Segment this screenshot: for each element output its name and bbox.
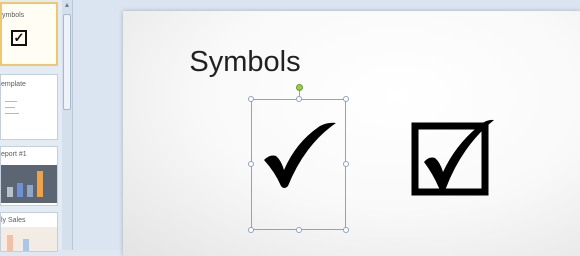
slide-thumbnail-pane[interactable]: ymbols ✓ emplate eport #1 ly Sales [0,0,63,252]
thumbnail-title: emplate [1,81,26,88]
resize-handle-bottom-left[interactable] [248,227,254,233]
check-mark-icon[interactable] [262,120,338,190]
resize-handle-bottom-right[interactable] [343,227,349,233]
resize-handle-top-left[interactable] [248,96,254,102]
resize-handle-right[interactable] [343,161,349,167]
resize-handle-bottom[interactable] [296,227,302,233]
resize-handle-left[interactable] [248,161,254,167]
thumbnail-title: ymbols [2,12,25,19]
slide-thumbnail-2[interactable]: emplate [0,74,58,140]
slide-thumbnail-4[interactable]: ly Sales [0,212,58,252]
scroll-up-arrow-icon[interactable]: ▲ [63,2,71,10]
thumbnail-chart-bar [7,187,13,197]
slide-thumbnail-3[interactable]: eport #1 [0,146,58,206]
checkbox-icon: ✓ [11,30,27,46]
thumbnail-chart [1,165,57,203]
thumbnail-text-line [5,107,15,108]
thumbnail-chart [1,227,57,251]
check-box-icon[interactable] [410,118,494,196]
thumbnail-chart-bar [27,185,33,197]
resize-handle-top[interactable] [296,96,302,102]
thumbnail-text-line [5,113,19,114]
thumbnail-chart-bar [23,239,29,251]
thumbnail-chart-bar [7,235,13,251]
resize-handle-top-right[interactable] [343,96,349,102]
thumbnail-chart-bar [37,171,43,197]
slide-title[interactable]: Symbols [0,46,490,79]
thumbnail-title: eport #1 [1,151,27,158]
thumbnail-text-line [5,101,17,102]
rotation-handle[interactable] [296,84,303,91]
thumbnail-scrollbar[interactable]: ▲ [62,0,73,250]
thumbnail-chart-bar [17,183,23,197]
thumbnail-title: ly Sales [1,217,26,224]
